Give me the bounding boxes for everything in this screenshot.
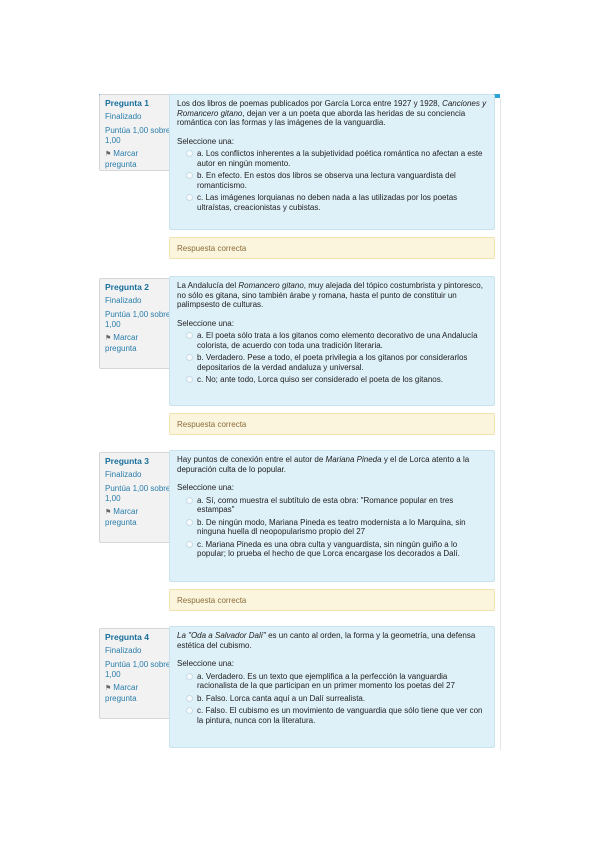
flag-question-link[interactable]: ⚑ Marcar pregunta xyxy=(105,683,171,704)
question-grade: Puntúa 1,00 sobre 1,00 xyxy=(105,310,171,329)
radio-button[interactable] xyxy=(186,354,193,361)
flag-icon: ⚑ xyxy=(105,685,112,692)
answer-option-b[interactable]: b. En efecto. En estos dos libros se obs… xyxy=(177,171,487,190)
answer-prompt: Seleccione una: xyxy=(177,318,234,328)
radio-button[interactable] xyxy=(186,518,193,526)
question-info: Pregunta 3 Finalizado Puntúa 1,00 sobre … xyxy=(99,452,172,543)
feedback-box: Respuesta correcta xyxy=(169,237,495,259)
flag-question-link[interactable]: ⚑ Marcar pregunta xyxy=(105,507,171,528)
question-state: Finalizado xyxy=(105,470,142,479)
answer-prompt: Seleccione una: xyxy=(177,483,234,492)
question-text: Los dos libros de poemas publicados por … xyxy=(177,99,487,127)
question-content: Los dos libros de poemas publicados por … xyxy=(169,94,495,230)
question-text: La "Oda a Salvador Dalí" es un canto al … xyxy=(177,631,476,650)
feedback-box: Respuesta correcta xyxy=(169,413,495,435)
radio-button[interactable] xyxy=(186,376,193,383)
answer-option-b[interactable]: b. Falso. Lorca canta aquí a un Dalí sur… xyxy=(177,694,487,704)
answer-option-a[interactable]: a. Los conflictos inherentes a la subjet… xyxy=(177,149,487,168)
answer-option-a[interactable]: a. Sí, como muestra el subtítulo de esta… xyxy=(177,496,487,515)
radio-button[interactable] xyxy=(186,672,193,680)
radio-button[interactable] xyxy=(186,332,193,339)
question-content: La Andalucía del Romancero gitano, muy a… xyxy=(169,276,495,406)
flag-question-link[interactable]: ⚑ Marcar pregunta xyxy=(105,333,171,354)
question-number: Pregunta 3 xyxy=(105,456,149,466)
answer-option-c[interactable]: c. Falso. El cubismo es un movimiento de… xyxy=(177,706,487,725)
answer-option-c[interactable]: c. No; ante todo, Lorca quiso ser consid… xyxy=(177,375,487,385)
answer-prompt: Seleccione una: xyxy=(177,659,234,668)
flag-icon: ⚑ xyxy=(105,509,112,516)
question-state: Finalizado xyxy=(105,296,142,305)
question-info: Pregunta 1 Finalizado Puntúa 1,00 sobre … xyxy=(99,94,172,171)
question-number: Pregunta 4 xyxy=(105,632,149,642)
question-content: La "Oda a Salvador Dalí" es un canto al … xyxy=(169,626,495,748)
answer-option-b[interactable]: b. De ningún modo, Mariana Pineda es tea… xyxy=(177,518,487,537)
question-number: Pregunta 2 xyxy=(105,282,149,292)
flag-icon: ⚑ xyxy=(105,151,112,158)
radio-button[interactable] xyxy=(186,540,193,548)
question-number: Pregunta 1 xyxy=(105,98,149,108)
question-state: Finalizado xyxy=(105,646,142,655)
question-info: Pregunta 4 Finalizado Puntúa 1,00 sobre … xyxy=(99,628,172,719)
question-content: Hay puntos de conexión entre el autor de… xyxy=(169,450,495,582)
answer-prompt: Seleccione una: xyxy=(177,136,234,146)
feedback-box: Respuesta correcta xyxy=(169,589,495,611)
answer-option-a[interactable]: a. El poeta sólo trata a los gitanos com… xyxy=(177,331,487,350)
radio-button[interactable] xyxy=(186,194,193,201)
answer-option-b[interactable]: b. Verdadero. Pese a todo, el poeta priv… xyxy=(177,353,487,372)
question-info: Pregunta 2 Finalizado Puntúa 1,00 sobre … xyxy=(99,278,172,369)
radio-button[interactable] xyxy=(186,172,193,179)
radio-button[interactable] xyxy=(186,150,193,157)
answer-option-c[interactable]: c. Las imágenes lorquianas no deben nada… xyxy=(177,193,487,212)
radio-button[interactable] xyxy=(186,694,193,702)
question-grade: Puntúa 1,00 sobre 1,00 xyxy=(105,484,171,503)
question-text: La Andalucía del Romancero gitano, muy a… xyxy=(177,281,483,309)
question-grade: Puntúa 1,00 sobre 1,00 xyxy=(105,126,171,145)
page-divider xyxy=(500,98,501,750)
radio-button[interactable] xyxy=(186,707,193,714)
flag-question-link[interactable]: ⚑ Marcar pregunta xyxy=(105,149,171,170)
radio-button[interactable] xyxy=(186,496,193,504)
question-grade: Puntúa 1,00 sobre 1,00 xyxy=(105,660,171,679)
answer-option-a[interactable]: a. Verdadero. Es un texto que ejemplific… xyxy=(177,672,487,691)
question-state: Finalizado xyxy=(105,112,142,121)
question-text: Hay puntos de conexión entre el autor de… xyxy=(177,455,470,474)
flag-icon: ⚑ xyxy=(105,335,112,342)
answer-option-c[interactable]: c. Mariana Pineda es una obra culta y va… xyxy=(177,540,487,559)
